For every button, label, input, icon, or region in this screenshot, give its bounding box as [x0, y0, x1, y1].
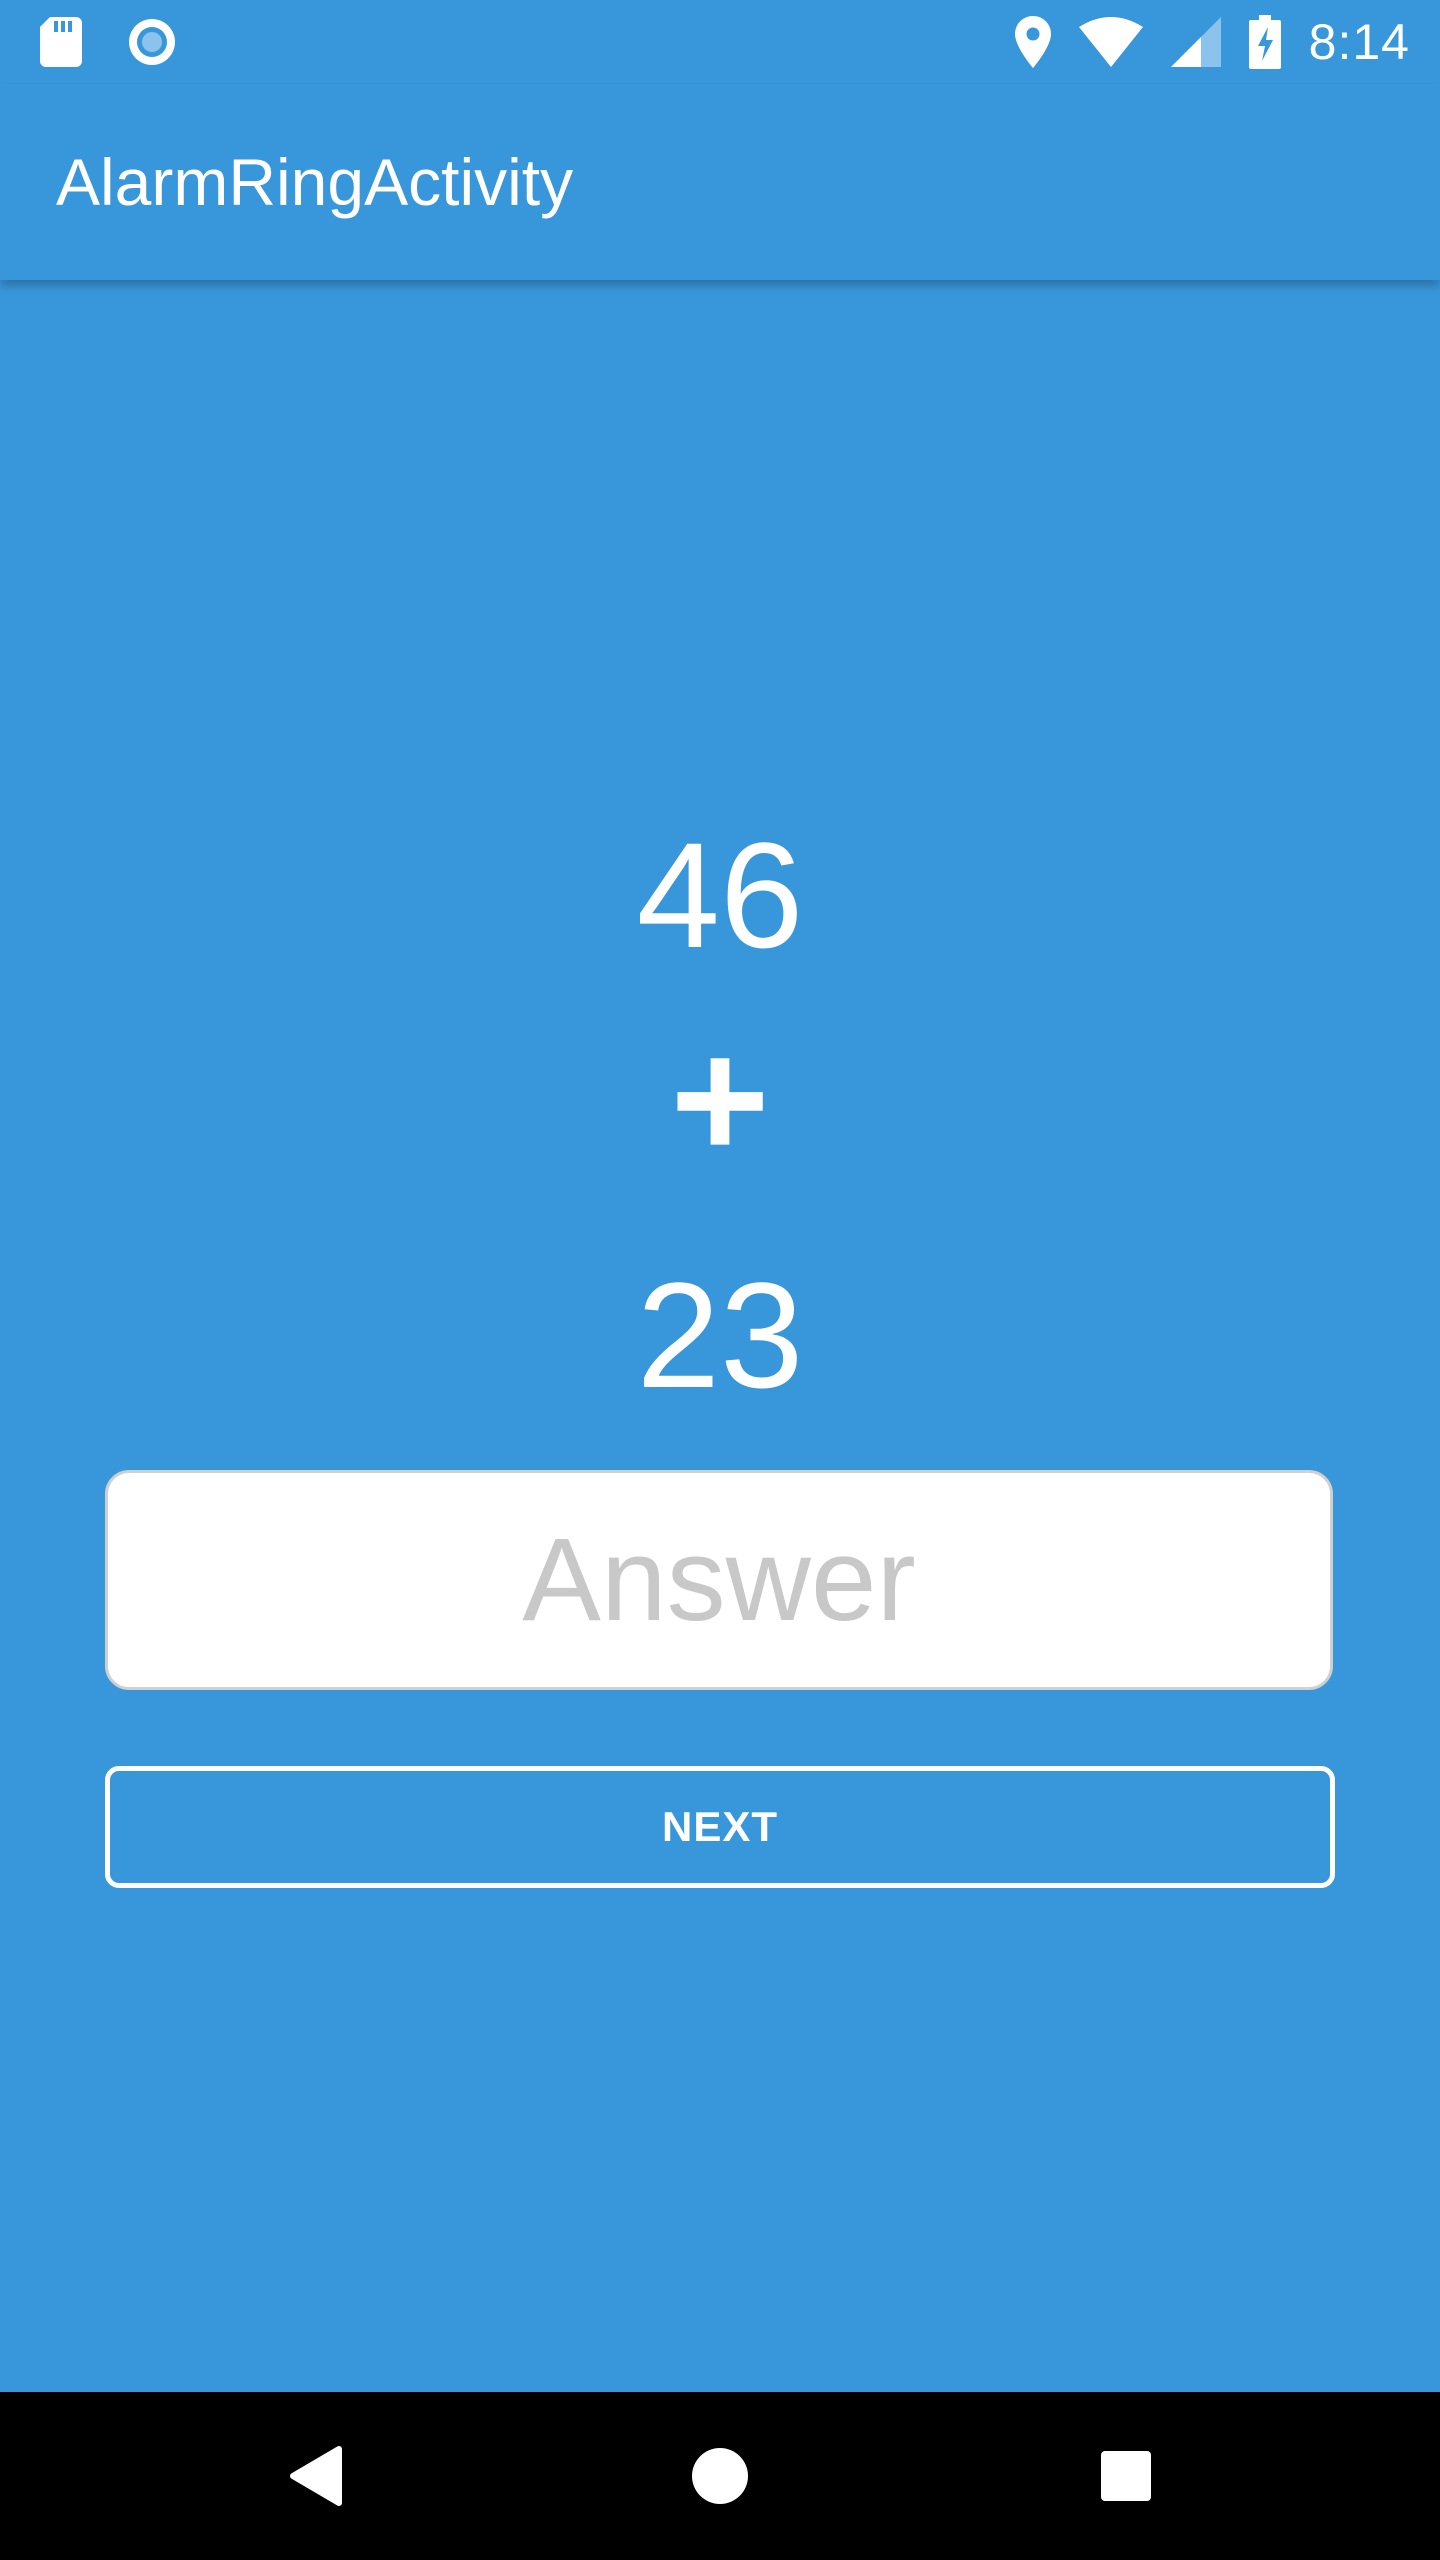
- record-icon: [126, 16, 178, 68]
- battery-charging-icon: [1248, 15, 1281, 69]
- cell-signal-icon: [1170, 17, 1221, 67]
- home-icon[interactable]: [680, 2436, 760, 2516]
- app-bar: AlarmRingActivity: [0, 84, 1440, 280]
- status-time: 8:14: [1308, 14, 1410, 70]
- sd-card-icon: [40, 17, 82, 67]
- answer-input[interactable]: [105, 1470, 1333, 1690]
- app-title: AlarmRingActivity: [56, 145, 574, 219]
- status-left-icons: [40, 16, 178, 68]
- status-bar: 8:14: [0, 0, 1440, 84]
- operand-1: 46: [636, 811, 804, 979]
- alarm-ring-screen: 8:14 AlarmRingActivity 46 + 23 NEXT: [0, 0, 1440, 2560]
- recents-icon[interactable]: [1086, 2436, 1166, 2516]
- wifi-icon: [1078, 17, 1143, 67]
- operand-2: 23: [636, 1251, 804, 1419]
- next-button[interactable]: NEXT: [105, 1766, 1335, 1888]
- back-icon[interactable]: [276, 2436, 356, 2516]
- operator: +: [670, 1005, 770, 1195]
- status-right-icons: 8:14: [1014, 12, 1410, 72]
- location-icon: [1014, 16, 1051, 68]
- navigation-bar: [0, 2392, 1440, 2560]
- math-challenge: 46 + 23 NEXT: [0, 280, 1440, 2392]
